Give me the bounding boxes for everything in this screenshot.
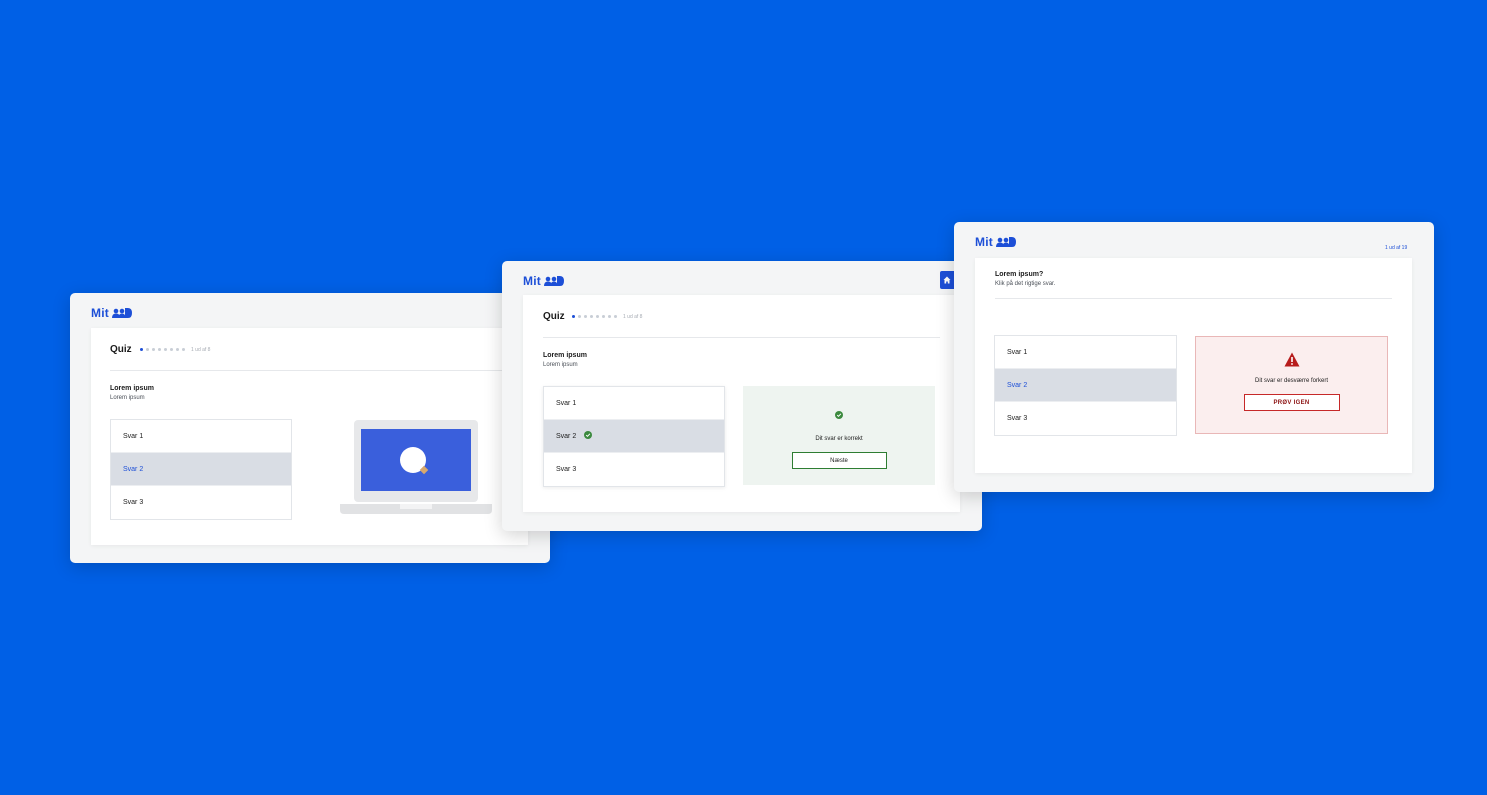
progress-dot-current bbox=[140, 348, 143, 351]
home-button[interactable] bbox=[940, 271, 954, 289]
progress-dot bbox=[614, 315, 617, 318]
feedback-correct-panel: Dit svar er korrekt Næste bbox=[743, 386, 935, 485]
progress-dot bbox=[164, 348, 167, 351]
answer-option-3[interactable]: Svar 3 bbox=[111, 486, 291, 519]
answer-label: Svar 2 bbox=[123, 465, 144, 473]
retry-button[interactable]: PRØV IGEN bbox=[1243, 394, 1340, 411]
answer-label: Svar 1 bbox=[1007, 348, 1028, 356]
progress-counter: 1 ud af 19 bbox=[1385, 245, 1408, 251]
progress-dot bbox=[608, 315, 611, 318]
progress-dot bbox=[170, 348, 173, 351]
progress-dots bbox=[140, 348, 185, 351]
feedback-message: Dit svar er desværre forkert bbox=[1254, 378, 1329, 384]
question-title: Lorem ipsum? bbox=[995, 271, 1044, 278]
answer-label: Svar 1 bbox=[556, 399, 577, 407]
quiz-heading: Quiz bbox=[543, 311, 565, 322]
logo-text: Mit bbox=[975, 235, 993, 249]
quiz-card: Quiz 1 ud af 8 Lorem ipsum Lorem ipsum S… bbox=[523, 295, 960, 512]
warning-triangle-icon bbox=[1284, 352, 1300, 372]
progress-dot bbox=[590, 315, 593, 318]
quiz-card: Lorem ipsum? Klik på det rigtige svar. S… bbox=[975, 258, 1412, 473]
logo-text: Mit bbox=[91, 306, 109, 320]
answer-label: Svar 3 bbox=[123, 499, 144, 506]
answer-list: Svar 1 Svar 2 Svar 3 bbox=[543, 386, 725, 487]
answer-option-1[interactable]: Svar 1 bbox=[111, 420, 291, 453]
mitid-logo-icon bbox=[995, 237, 1016, 247]
quiz-window-incorrect: Mit 1 ud af 19 Lorem ipsum? Klik på det … bbox=[954, 222, 1434, 492]
check-circle-icon bbox=[584, 431, 593, 441]
answer-label: Svar 1 bbox=[123, 432, 144, 440]
check-circle-icon bbox=[835, 406, 843, 424]
question-subtitle: Klik på det rigtige svar. bbox=[995, 281, 1056, 287]
quiz-heading: Quiz bbox=[110, 344, 132, 355]
answer-list: Svar 1 Svar 2 Svar 3 bbox=[110, 419, 292, 520]
logo-text: Mit bbox=[523, 274, 541, 288]
progress-dot bbox=[578, 315, 581, 318]
answer-option-2-selected[interactable]: Svar 2 bbox=[995, 369, 1176, 402]
mitid-logo: Mit bbox=[975, 235, 1016, 249]
answer-list: Svar 1 Svar 2 Svar 3 bbox=[994, 335, 1177, 436]
header-divider bbox=[543, 337, 940, 338]
answer-option-2-selected[interactable]: Svar 2 bbox=[544, 420, 724, 453]
answer-label: Svar 3 bbox=[1007, 415, 1028, 422]
progress-dot bbox=[596, 315, 599, 318]
progress-dot bbox=[182, 348, 185, 351]
question-subtitle: Lorem ipsum bbox=[110, 395, 145, 401]
next-button[interactable]: Næste bbox=[791, 452, 887, 469]
answer-option-3[interactable]: Svar 3 bbox=[544, 453, 724, 486]
home-icon bbox=[943, 271, 951, 289]
progress-dots bbox=[572, 315, 617, 318]
laptop-search-icon bbox=[340, 420, 492, 521]
progress-counter: 1 ud af 8 bbox=[191, 347, 211, 353]
feedback-incorrect-panel: Dit svar er desværre forkert PRØV IGEN bbox=[1195, 336, 1388, 434]
answer-option-1[interactable]: Svar 1 bbox=[995, 336, 1176, 369]
answer-option-1[interactable]: Svar 1 bbox=[544, 387, 724, 420]
answer-label: Svar 2 bbox=[556, 432, 577, 440]
feedback-message: Dit svar er korrekt bbox=[815, 436, 863, 442]
header-divider bbox=[995, 298, 1392, 299]
question-title: Lorem ipsum bbox=[110, 385, 154, 392]
answer-option-2-selected[interactable]: Svar 2 bbox=[111, 453, 291, 486]
progress-dot bbox=[158, 348, 161, 351]
question-title: Lorem ipsum bbox=[543, 352, 587, 359]
progress-dot bbox=[602, 315, 605, 318]
answer-label: Svar 3 bbox=[556, 466, 577, 473]
question-subtitle: Lorem ipsum bbox=[543, 362, 578, 368]
progress-dot-current bbox=[572, 315, 575, 318]
mitid-logo-icon bbox=[111, 308, 132, 318]
mitid-logo: Mit bbox=[523, 274, 564, 288]
answer-label: Svar 2 bbox=[1007, 381, 1028, 389]
mitid-logo-icon bbox=[543, 276, 564, 286]
progress-dot bbox=[584, 315, 587, 318]
progress-dot bbox=[152, 348, 155, 351]
answer-option-3[interactable]: Svar 3 bbox=[995, 402, 1176, 435]
progress-dot bbox=[176, 348, 179, 351]
progress-counter: 1 ud af 8 bbox=[623, 314, 643, 320]
quiz-window-start: Mit Quiz 1 ud af 8 Lorem ipsum Lorem ips… bbox=[70, 293, 550, 563]
progress-dot bbox=[146, 348, 149, 351]
quiz-card: Quiz 1 ud af 8 Lorem ipsum Lorem ipsum S… bbox=[91, 328, 528, 545]
header-divider bbox=[110, 370, 510, 371]
quiz-window-correct: Mit Quiz 1 ud af 8 Lorem ipsum Lorem ips… bbox=[502, 261, 982, 531]
mitid-logo: Mit bbox=[91, 306, 132, 320]
